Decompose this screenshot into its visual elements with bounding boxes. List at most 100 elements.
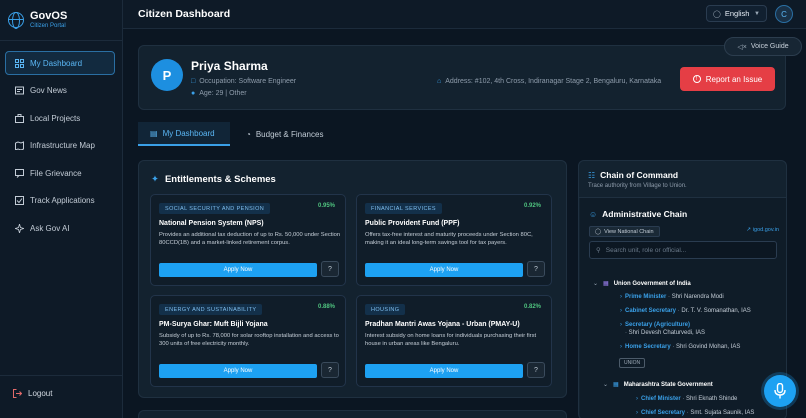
sidebar-item-infrastructure-map[interactable]: Infrastructure Map bbox=[5, 134, 115, 158]
official-role: Home Secretary bbox=[625, 344, 671, 350]
official-role: Secretary (Agriculture) bbox=[625, 322, 691, 328]
tree-node-union[interactable]: ⌄ ▦ Union Government of India bbox=[593, 280, 691, 287]
view-label: View National Chain bbox=[604, 228, 654, 235]
report-issue-button[interactable]: ! Report an Issue bbox=[680, 67, 775, 91]
search-icon: ⚲ bbox=[596, 247, 601, 254]
pie-chart-icon: ◔ bbox=[246, 129, 251, 139]
official-role: Prime Minister bbox=[625, 294, 667, 300]
sidebar-item-local-projects[interactable]: Local Projects bbox=[5, 106, 115, 130]
scheme-description: Interest subsidy on home loans for indiv… bbox=[365, 333, 537, 347]
home-icon: ⌂ bbox=[437, 78, 442, 85]
building-icon: ▦ bbox=[613, 382, 619, 388]
state-name: Maharashtra State Government bbox=[623, 382, 713, 388]
sidebar-item-label: Infrastructure Map bbox=[30, 141, 95, 150]
scheme-card: FINANCIAL SERVICES 0.92% Public Providen… bbox=[356, 194, 552, 286]
building-icon: ▦ bbox=[603, 281, 609, 287]
union-badge: UNION bbox=[619, 358, 646, 368]
profile-address: ⌂ Address: #102, 4th Cross, Indiranagar S… bbox=[437, 78, 661, 85]
apply-now-button[interactable]: Apply Now bbox=[159, 364, 317, 378]
language-select[interactable]: ◯ English ▼ bbox=[706, 5, 767, 22]
profile-name: Priya Sharma bbox=[191, 59, 268, 73]
scheme-description: Provides an additional tax deduction of … bbox=[159, 232, 341, 246]
scheme-card: HOUSING 0.82% Pradhan Mantri Awas Yojana… bbox=[356, 295, 552, 387]
address-text: Address: #102, 4th Cross, Indiranagar St… bbox=[445, 78, 662, 85]
help-icon[interactable]: ? bbox=[321, 362, 339, 378]
tree-node-state[interactable]: ⌄ ▦ Maharashtra State Government bbox=[603, 381, 713, 388]
sidebar-item-label: Local Projects bbox=[30, 113, 81, 123]
logout-button[interactable]: Logout bbox=[12, 388, 52, 398]
sidebar-item-track-applications[interactable]: Track Applications bbox=[5, 189, 115, 213]
official-row[interactable]: › Prime Minister · Shri Narendra Modi bbox=[620, 294, 724, 300]
view-national-chain-button[interactable]: ◯ View National Chain bbox=[589, 226, 660, 237]
sidebar-item-gov-news[interactable]: Gov News bbox=[5, 79, 115, 103]
profile-card: P Priya Sharma □ Occupation: Software Eng… bbox=[138, 45, 786, 110]
scheme-title: National Pension System (NPS) bbox=[159, 220, 264, 227]
sparkle-icon: ✦ bbox=[151, 174, 159, 185]
union-name: Union Government of India bbox=[613, 281, 691, 287]
brand[interactable]: GovOS Citizen Portal bbox=[8, 10, 67, 30]
chain-subtitle: Trace authority from Village to Union. bbox=[588, 183, 687, 189]
scheme-description: Subsidy of up to Rs. 78,000 for solar ro… bbox=[159, 333, 339, 347]
chevron-right-icon: › bbox=[620, 322, 622, 328]
user-icon: ● bbox=[191, 90, 196, 97]
official-row[interactable]: › Chief Minister · Shri Eknath Shinde bbox=[636, 396, 737, 402]
apply-now-button[interactable]: Apply Now bbox=[365, 263, 523, 277]
briefcase-icon: □ bbox=[191, 78, 196, 85]
scheme-tag: ENERGY AND SUSTAINABILITY bbox=[159, 304, 263, 315]
sidebar-nav: My Dashboard Gov News Local Projects Inf… bbox=[5, 51, 115, 244]
help-icon[interactable]: ? bbox=[321, 261, 339, 277]
igod-link[interactable]: ↗ igod.gov.in bbox=[746, 227, 779, 233]
official-row[interactable]: › Cabinet Secretary · Dr. T. V. Somanatha… bbox=[620, 308, 751, 314]
microphone-icon bbox=[774, 383, 786, 399]
tab-budget-finances[interactable]: ◔ Budget & Finances bbox=[246, 122, 323, 146]
occupation-text: Occupation: Software Engineer bbox=[199, 78, 297, 85]
voice-label: Voice Guide bbox=[750, 43, 789, 50]
sidebar-item-ask-gov-ai[interactable]: Ask Gov AI bbox=[5, 216, 115, 240]
official-name: Shri Govind Mohan, IAS bbox=[676, 344, 741, 350]
tab-bar: ▤ My Dashboard ◔ Budget & Finances bbox=[138, 122, 558, 146]
language-value: English bbox=[724, 9, 750, 18]
tab-label: Budget & Finances bbox=[255, 129, 324, 139]
chain-title: ☷ Chain of Command bbox=[588, 170, 678, 180]
avatar[interactable]: C bbox=[775, 5, 793, 23]
apply-now-button[interactable]: Apply Now bbox=[365, 364, 523, 378]
voice-guide-button[interactable]: ◁× Voice Guide bbox=[724, 37, 802, 56]
scheme-tag: FINANCIAL SERVICES bbox=[365, 203, 442, 214]
entitlements-title: ✦ Entitlements & Schemes bbox=[151, 174, 276, 185]
chevron-right-icon: › bbox=[620, 308, 622, 314]
chain-search-input[interactable]: ⚲ Search unit, role or official... bbox=[589, 241, 777, 259]
scheme-rate: 0.82% bbox=[523, 304, 541, 310]
tab-my-dashboard[interactable]: ▤ My Dashboard bbox=[138, 122, 230, 146]
official-row[interactable]: › Home Secretary · Shri Govind Mohan, IAS bbox=[620, 344, 740, 350]
help-icon[interactable]: ? bbox=[527, 261, 545, 277]
grievance-icon bbox=[14, 168, 24, 178]
chevron-right-icon: › bbox=[636, 410, 638, 416]
microphone-button[interactable] bbox=[764, 375, 796, 407]
chevron-right-icon: › bbox=[620, 344, 622, 350]
scheme-title: Public Provident Fund (PPF) bbox=[365, 220, 460, 227]
official-name: Shri Devesh Chaturvedi, IAS bbox=[628, 330, 706, 336]
scheme-tag: HOUSING bbox=[365, 304, 406, 315]
user-icon: ☺ bbox=[589, 209, 598, 219]
sidebar-item-file-grievance[interactable]: File Grievance bbox=[5, 161, 115, 185]
chevron-right-icon: › bbox=[636, 396, 638, 402]
chevron-down-icon: ⌄ bbox=[593, 281, 599, 287]
apply-now-button[interactable]: Apply Now bbox=[159, 263, 317, 277]
help-icon[interactable]: ? bbox=[527, 362, 545, 378]
sidebar: GovOS Citizen Portal My Dashboard Gov Ne… bbox=[0, 0, 123, 418]
profile-occupation: □ Occupation: Software Engineer bbox=[191, 78, 296, 85]
official-name: Shri Eknath Shinde bbox=[686, 396, 738, 402]
divider bbox=[0, 40, 123, 41]
globe-icon: ◯ bbox=[713, 10, 721, 18]
brand-name: GovOS bbox=[30, 10, 68, 22]
sidebar-item-my-dashboard[interactable]: My Dashboard bbox=[5, 51, 115, 75]
topbar: Citizen Dashboard ◯ English ▼ C bbox=[123, 0, 806, 29]
sidebar-item-label: File Grievance bbox=[30, 168, 82, 178]
official-row[interactable]: › Chief Secretary · Smt. Sujata Saunik, I… bbox=[636, 410, 754, 416]
speaker-icon: ◁× bbox=[737, 43, 747, 51]
profile-avatar: P bbox=[151, 59, 183, 91]
scheme-title: PM-Surya Ghar: Muft Bijli Yojana bbox=[159, 321, 268, 328]
official-row[interactable]: › Secretary (Agriculture) bbox=[620, 322, 690, 328]
external-link-icon: ↗ bbox=[746, 227, 751, 233]
scheme-title: Pradhan Mantri Awas Yojana - Urban (PMAY… bbox=[365, 321, 520, 328]
